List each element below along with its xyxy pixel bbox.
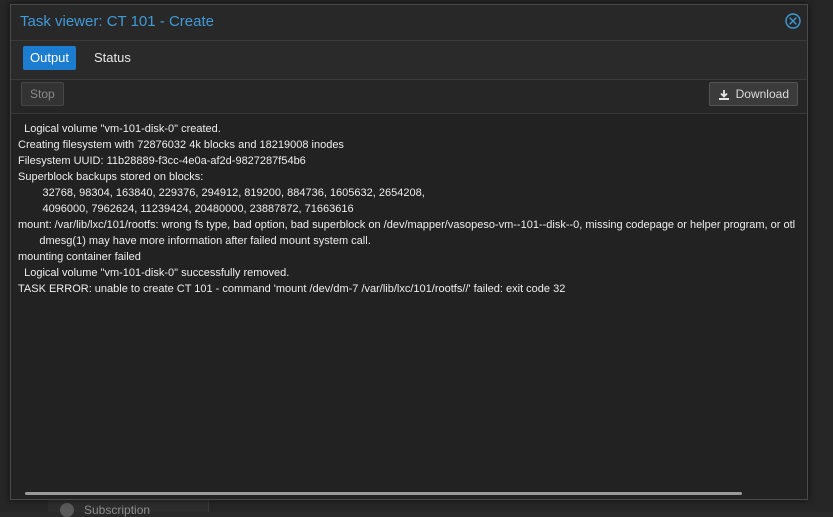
log-line: Logical volume "vm-101-disk-0" successfu… [18, 267, 290, 279]
task-output-log: Logical volume "vm-101-disk-0" created. C… [11, 114, 807, 493]
sidebar-item-subscription[interactable]: Subscription [84, 503, 150, 517]
close-icon[interactable] [785, 13, 801, 29]
stop-button[interactable]: Stop [21, 82, 64, 106]
window-title: Task viewer: CT 101 - Create [20, 13, 214, 30]
horizontal-scrollbar[interactable] [25, 492, 742, 495]
tab-bar: Output Status [11, 41, 807, 80]
download-button[interactable]: Download [708, 82, 798, 106]
window-titlebar: Task viewer: CT 101 - Create [11, 5, 807, 41]
log-line: 4096000, 7962624, 11239424, 20480000, 23… [18, 203, 354, 215]
tab-output[interactable]: Output [23, 46, 77, 70]
log-line: 32768, 98304, 163840, 229376, 294912, 81… [18, 187, 425, 199]
task-viewer-window: Task viewer: CT 101 - Create Output Stat… [10, 4, 808, 500]
log-line: mounting container failed [18, 251, 141, 263]
tab-status[interactable]: Status [87, 46, 138, 70]
log-line: Creating filesystem with 72876032 4k blo… [18, 139, 344, 151]
stop-button-label: Stop [30, 87, 55, 101]
log-line: TASK ERROR: unable to create CT 101 - co… [18, 283, 566, 295]
log-line: mount: /var/lib/lxc/101/rootfs: wrong fs… [18, 219, 796, 231]
log-line: Superblock backups stored on blocks: [18, 171, 204, 183]
log-line: Filesystem UUID: 11b28889-f3cc-4e0a-af2d… [18, 155, 306, 167]
log-line: dmesg(1) may have more information after… [18, 235, 371, 247]
log-line: Logical volume "vm-101-disk-0" created. [18, 123, 221, 135]
subscription-icon [60, 503, 74, 517]
download-icon [718, 89, 729, 100]
toolbar: Stop Download [11, 80, 807, 114]
download-button-label: Download [735, 87, 789, 101]
